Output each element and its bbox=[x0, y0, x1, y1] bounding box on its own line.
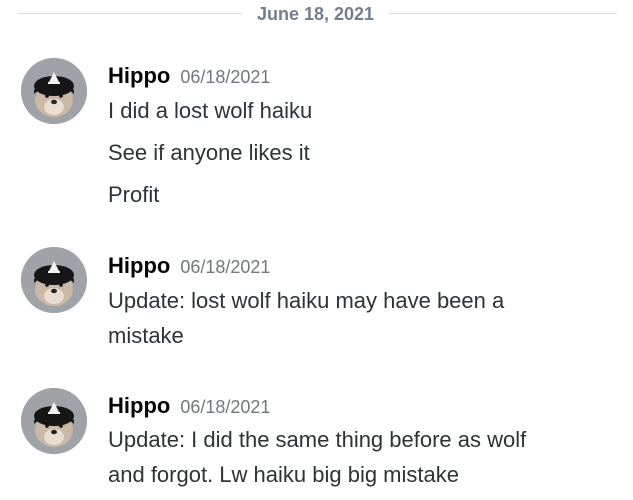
divider-line-right bbox=[389, 13, 617, 14]
message-line: mistake bbox=[108, 323, 184, 348]
message-line: Update: I did the same thing before as w… bbox=[108, 427, 527, 452]
author-name[interactable]: Hippo bbox=[108, 63, 170, 88]
avatar[interactable] bbox=[21, 247, 87, 313]
author-name[interactable]: Hippo bbox=[108, 253, 170, 278]
dog-with-hat-avatar-icon bbox=[21, 388, 87, 454]
message-timestamp: 06/18/2021 bbox=[180, 257, 271, 277]
avatar[interactable] bbox=[21, 388, 87, 454]
author-name[interactable]: Hippo bbox=[108, 393, 170, 418]
message-timestamp: 06/18/2021 bbox=[180, 397, 271, 417]
message-header: Hippo 06/18/2021 bbox=[108, 62, 270, 90]
date-divider: June 18, 2021 bbox=[0, 0, 633, 28]
message-line: See if anyone likes it bbox=[108, 140, 310, 165]
divider-line-left bbox=[18, 13, 242, 14]
dog-with-hat-avatar-icon bbox=[21, 58, 87, 124]
message-header: Hippo 06/18/2021 bbox=[108, 392, 270, 420]
avatar[interactable] bbox=[21, 58, 87, 124]
message-line: and forgot. Lw haiku big big mistake bbox=[108, 462, 459, 487]
message-line: I did a lost wolf haiku bbox=[108, 98, 313, 123]
message-timestamp: 06/18/2021 bbox=[180, 67, 271, 87]
dog-with-hat-avatar-icon bbox=[21, 247, 87, 313]
message-line: Profit bbox=[108, 182, 160, 207]
message-line: Update: lost wolf haiku may have been a bbox=[108, 288, 505, 313]
message-header: Hippo 06/18/2021 bbox=[108, 252, 270, 280]
date-divider-label: June 18, 2021 bbox=[256, 4, 375, 24]
